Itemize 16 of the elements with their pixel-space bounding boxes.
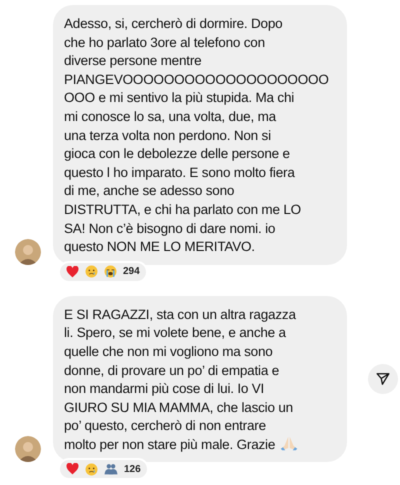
crying-face-icon: [85, 462, 98, 476]
avatar[interactable]: [15, 436, 41, 462]
heart-icon: [66, 266, 79, 278]
reaction-count: 294: [123, 265, 140, 280]
share-button[interactable]: [368, 364, 398, 394]
people-icon: [104, 463, 118, 476]
reactions-pill[interactable]: 294: [58, 260, 148, 283]
reactions-pill[interactable]: 126: [58, 458, 149, 480]
reaction-count: 126: [124, 462, 141, 477]
avatar[interactable]: [15, 238, 41, 265]
message-text: Adesso, si, cercherò di dormire. Dopo che ho parlato 3ore al telefono con diverse persone mentre PIANGEVOOOOOOOOOOOOOOOOOOOO OOO e mi sentivo la più stupida. Ma chi mi conosce lo sa, una volta, due, ma una terza volta non perdono. Non si gioca con le debolezze delle persone e questo l ho imparato. E sono molto fiera di me, anche se adesso sono DISTRUTTA, e chi ha parlato con me LO SA! Non c’è bisogno di dare nomi. io questo NON ME LO MERITAVO.: [64, 15, 330, 256]
message-text: E SI RAGAZZI, sta con un altra ragazza li. Spero, se mi volete bene, e anche a quelle che non mi vogliono ma sono donne, di provare un po’ di empatia e non mandarmi più cose di lui. Io VI GIURO SU MIA MAMMA, che lascio un po’ questo, cercherò di non entrare molto per non stare più male. Grazie: [64, 306, 341, 454]
sobbing-face-icon: [104, 265, 117, 278]
heart-icon: [66, 463, 79, 476]
crying-face-icon: [85, 265, 98, 278]
paper-plane-icon: [376, 372, 390, 386]
